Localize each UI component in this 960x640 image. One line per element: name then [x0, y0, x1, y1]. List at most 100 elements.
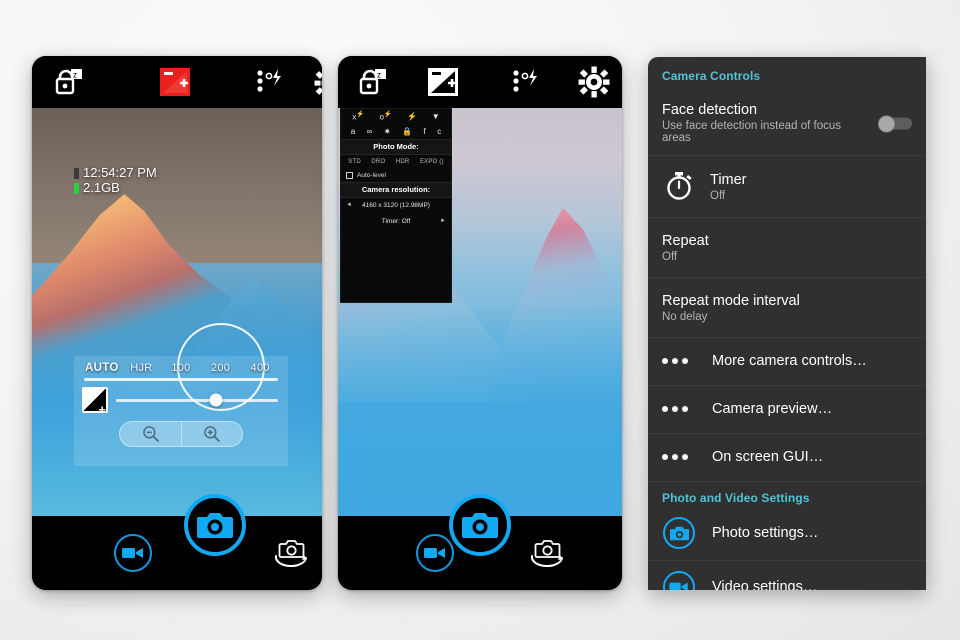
settings-panel: Camera Controls Face detection Use face …	[648, 57, 926, 590]
svg-text:z: z	[377, 71, 381, 80]
row-title: More camera controls…	[712, 353, 867, 370]
setting-row-repeat[interactable]: Repeat Off	[648, 218, 926, 279]
focus-mode-row[interactable]: a ∞ ✷ 🔒 f c	[341, 125, 451, 139]
video-camera-icon	[663, 571, 695, 590]
phone-2-bottombar	[338, 494, 622, 590]
photo-mode-dro[interactable]: DRO	[371, 159, 385, 165]
zoom-out-button[interactable]	[119, 421, 181, 447]
torch-icon[interactable]: ▼	[432, 112, 440, 121]
flash-on-icon[interactable]: ⚡	[407, 112, 417, 121]
iso-option-400[interactable]: 400	[240, 362, 280, 374]
storage-icon	[74, 182, 79, 194]
auto-level-checkbox-row[interactable]: Auto-level	[341, 169, 451, 182]
setting-row-timer[interactable]: Timer Off	[648, 156, 926, 219]
status-overlay: 12:54:27 PM 2.1GB	[74, 165, 157, 196]
setting-row-camera-preview[interactable]: Camera preview…	[648, 386, 926, 435]
video-camera-icon	[122, 548, 143, 558]
gear-icon[interactable]	[578, 66, 610, 98]
row-title: Timer	[710, 171, 747, 188]
continuous-focus-icon[interactable]: c	[437, 127, 441, 136]
setting-row-photo-settings[interactable]: Photo settings…	[648, 507, 926, 562]
iso-selector[interactable]: AUTO HJR 100 200 400	[74, 356, 288, 376]
auto-focus-icon[interactable]: a	[351, 127, 355, 136]
phone-2-topbar: z	[338, 56, 622, 108]
exposure-slider-track[interactable]	[116, 393, 278, 407]
exposure-slider-knob[interactable]	[209, 393, 223, 407]
switch-camera-icon	[274, 540, 307, 568]
flash-off-icon[interactable]: x⚡	[352, 111, 364, 122]
shutter-button[interactable]	[184, 494, 246, 556]
setting-row-on-screen-gui[interactable]: On screen GUI…	[648, 434, 926, 483]
row-texts: More camera controls…	[712, 352, 867, 370]
unlock-z-icon[interactable]: z	[354, 66, 388, 98]
row-title: Video settings…	[712, 579, 818, 590]
battery-icon	[74, 167, 79, 179]
row-texts: Camera preview…	[712, 400, 832, 418]
row-title: Camera preview…	[712, 401, 833, 418]
toggle-knob[interactable]	[878, 115, 895, 133]
row-texts: Repeat mode interval No delay	[662, 292, 800, 323]
setting-row-video-settings[interactable]: Video settings…	[648, 561, 926, 590]
phone-1-screen: 12:54:27 PM 2.1GB AUTO HJR 100 200 400 +…	[32, 56, 322, 590]
video-record-button[interactable]	[114, 534, 152, 572]
three-dots-icon	[662, 454, 696, 461]
lock-focus-icon[interactable]: 🔒	[402, 127, 412, 136]
timer-next-arrow[interactable]: ►	[440, 218, 446, 224]
flash-menu-icon[interactable]	[510, 68, 542, 96]
phone-1-topbar: z	[32, 56, 322, 108]
iso-option-hjr[interactable]: HJR	[122, 362, 162, 374]
setting-row-more-camera-controls[interactable]: More camera controls…	[648, 338, 926, 387]
macro-focus-icon[interactable]: ✷	[384, 127, 391, 136]
setting-row-face-detection[interactable]: Face detection Use face detection instea…	[648, 91, 926, 157]
screenshot-canvas: 12:54:27 PM 2.1GB AUTO HJR 100 200 400 +…	[0, 0, 960, 640]
flash-auto-icon[interactable]: o⚡	[379, 111, 392, 122]
exposure-compensation-icon[interactable]	[82, 387, 108, 416]
photo-mode-expo[interactable]: EXPO ()	[420, 159, 444, 165]
svg-text:z: z	[73, 71, 77, 80]
zoom-controls[interactable]	[74, 417, 288, 455]
photo-mode-hdr[interactable]: HDR	[396, 159, 410, 165]
auto-level-label: Auto-level	[357, 171, 386, 179]
video-settings-icon-wrap	[662, 571, 696, 590]
storage-text: 2.1GB	[83, 179, 120, 195]
flash-mode-row[interactable]: x⚡ o⚡ ⚡ ▼	[341, 109, 451, 125]
zoom-in-icon	[204, 426, 221, 443]
video-record-button[interactable]	[416, 534, 454, 572]
infinity-focus-icon[interactable]: ∞	[367, 127, 373, 136]
video-camera-icon	[424, 548, 445, 558]
gear-icon[interactable]	[314, 68, 322, 98]
unlock-z-icon[interactable]: z	[50, 66, 84, 98]
iso-option-200[interactable]: 200	[201, 362, 241, 374]
camera-resolution-row[interactable]: ◄ 4160 x 3120 (12.98MP) ►	[341, 198, 451, 213]
iso-option-auto[interactable]: AUTO	[82, 362, 122, 374]
iso-option-100[interactable]: 100	[161, 362, 201, 374]
resolution-value: 4160 x 3120 (12.98MP)	[362, 201, 430, 209]
zoom-out-icon	[142, 426, 159, 443]
photo-mode-std[interactable]: STD	[348, 159, 361, 165]
exposure-slider-row[interactable]	[74, 381, 288, 417]
setting-row-repeat-mode-interval[interactable]: Repeat mode interval No delay	[648, 278, 926, 339]
fixed-focus-icon[interactable]: f	[424, 127, 426, 136]
quick-settings-popup[interactable]: x⚡ o⚡ ⚡ ▼ a ∞ ✷ 🔒 f c Photo Mode: STD DR…	[340, 108, 452, 303]
photo-mode-options[interactable]: STD DRO HDR EXPO ()	[341, 155, 451, 169]
face-detection-toggle[interactable]	[878, 115, 912, 133]
exposure-compensation-icon[interactable]	[158, 66, 192, 98]
row-title: Face detection	[662, 102, 758, 118]
time-row: 12:54:27 PM	[74, 165, 157, 181]
phone-2-screen: 12:54:51 PM 2.1GB x⚡ o⚡ ⚡ ▼ a ∞ ✷	[338, 56, 622, 590]
camera-shutter-icon	[197, 513, 233, 538]
exposure-compensation-icon[interactable]	[426, 66, 460, 98]
auto-level-checkbox[interactable]	[346, 171, 353, 179]
shutter-button[interactable]	[449, 494, 511, 556]
flash-menu-icon[interactable]	[254, 68, 286, 96]
switch-camera-button[interactable]	[526, 534, 568, 572]
phone-1-bottombar	[32, 494, 322, 590]
row-texts: Video settings…	[712, 578, 817, 590]
clock-text: 12:54:27 PM	[83, 165, 157, 180]
camera-controls-overlay: AUTO HJR 100 200 400	[74, 356, 288, 466]
switch-camera-button[interactable]	[270, 534, 312, 572]
photo-settings-icon-wrap	[662, 517, 696, 550]
zoom-in-button[interactable]	[181, 421, 243, 447]
timer-row[interactable]: ◄ Timer: Off ►	[341, 213, 451, 231]
row-title: Repeat mode interval	[662, 292, 800, 309]
